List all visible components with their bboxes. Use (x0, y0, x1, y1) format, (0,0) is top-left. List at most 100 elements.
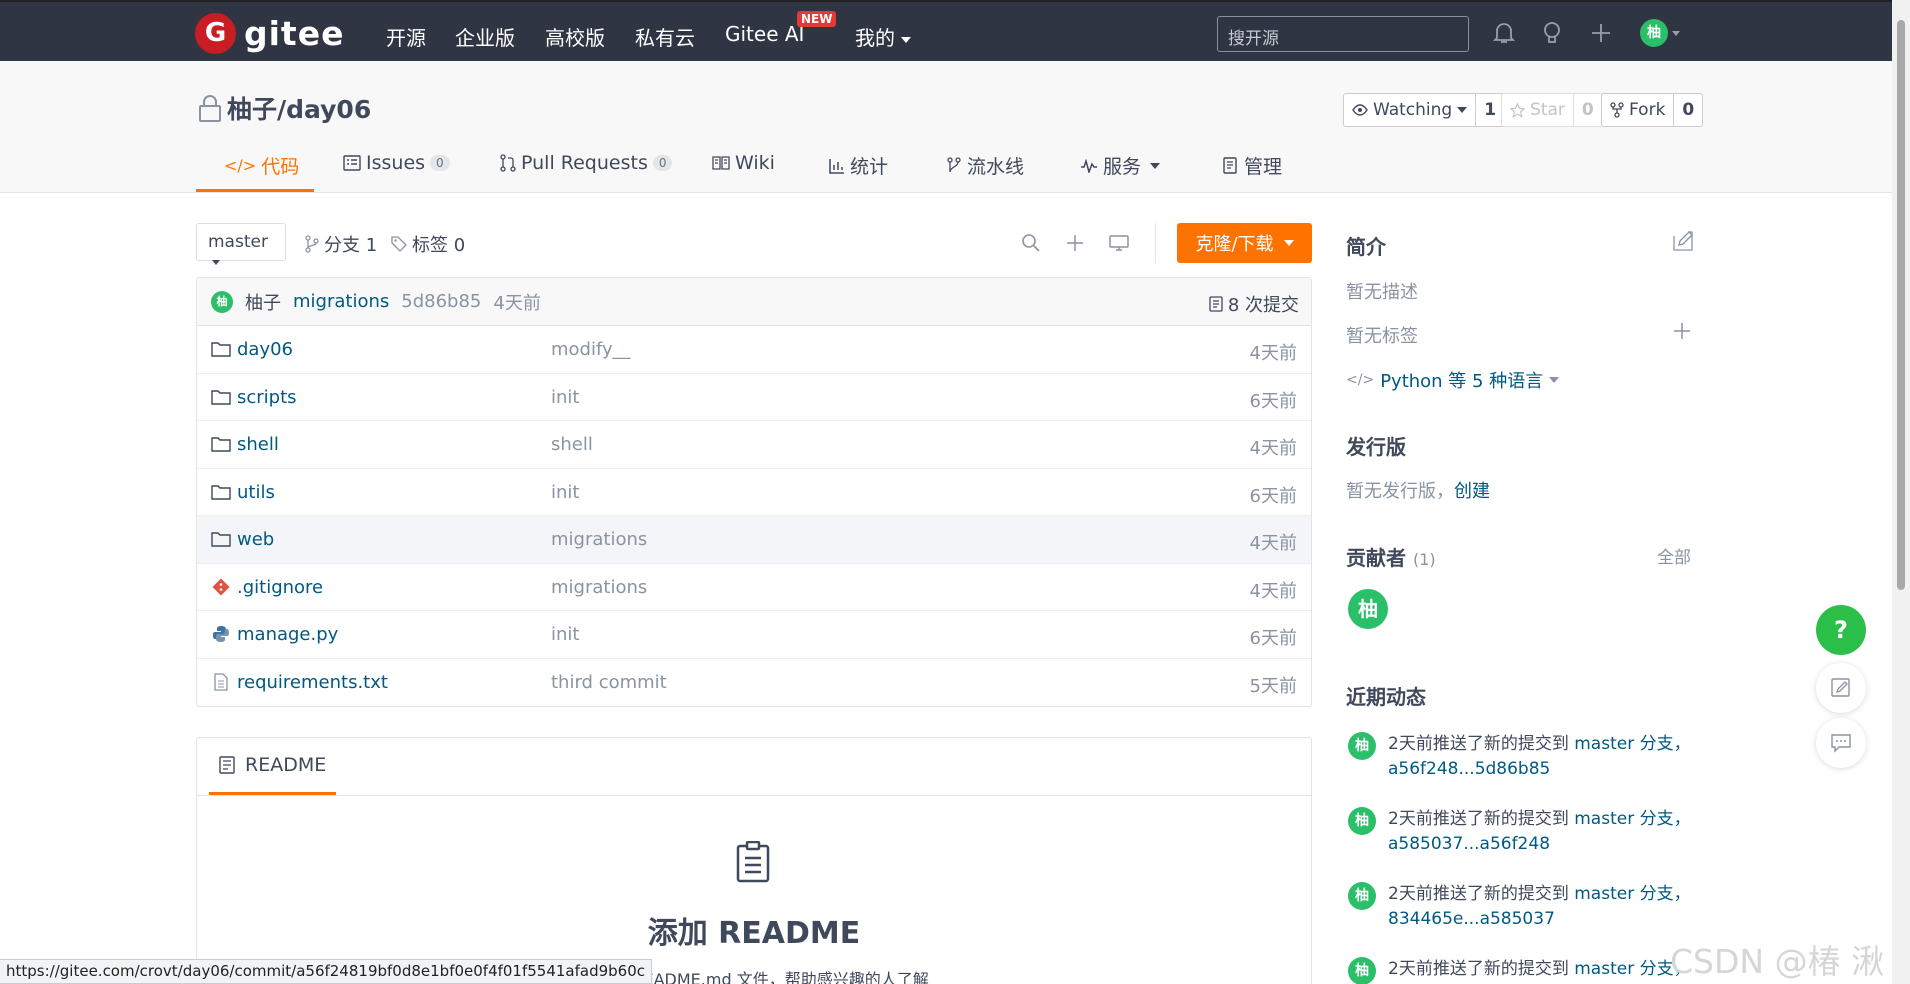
nav-enterprise[interactable]: 企业版 (455, 22, 515, 51)
file-commit-message[interactable]: init (551, 624, 579, 645)
activity-avatar[interactable]: 柚 (1348, 807, 1376, 835)
file-name[interactable]: day06 (237, 339, 293, 360)
repo-name[interactable]: 柚子/day06 (227, 90, 371, 126)
fork-button[interactable]: Fork (1602, 94, 1673, 126)
watch-button[interactable]: Watching (1344, 94, 1475, 126)
branches-link[interactable]: 分支 1 (305, 231, 377, 257)
file-commit-time: 6天前 (1249, 485, 1297, 507)
gitee-logo[interactable]: G gitee (195, 13, 344, 54)
star-button[interactable]: Star (1502, 94, 1573, 126)
file-name[interactable]: manage.py (237, 624, 338, 645)
commit-count-link[interactable]: 8 次提交 (1209, 291, 1299, 317)
file-row[interactable]: requirements.txt third commit 5天前 (197, 659, 1311, 707)
file-commit-message[interactable]: third commit (551, 672, 667, 693)
activity-text: 2天前推送了新的提交到 master 分支，1 (1388, 957, 1694, 984)
watch-count[interactable]: 1 (1475, 94, 1504, 126)
activity-branch-link[interactable]: master (1574, 884, 1634, 904)
file-row[interactable]: web migrations 4天前 (197, 516, 1311, 564)
help-button[interactable]: ? (1816, 605, 1866, 655)
search-file-icon[interactable] (1019, 231, 1043, 255)
tab-manage[interactable]: 管理 (1223, 152, 1282, 179)
lightbulb-icon[interactable] (1539, 20, 1565, 46)
add-readme-title[interactable]: 添加 README (197, 908, 1311, 952)
file-row[interactable]: shell shell 4天前 (197, 421, 1311, 469)
file-name[interactable]: shell (237, 434, 279, 455)
watermark: CSDN @椿 湫 (1670, 942, 1885, 981)
activity-branch-link[interactable]: master (1574, 809, 1634, 829)
file-name[interactable]: web (237, 529, 274, 550)
file-name[interactable]: utils (237, 482, 275, 503)
file-name[interactable]: scripts (237, 387, 297, 408)
nav-open-source[interactable]: 开源 (386, 22, 426, 51)
commit-message[interactable]: migrations (293, 291, 389, 312)
add-file-icon[interactable] (1063, 231, 1087, 255)
file-commit-message[interactable]: migrations (551, 577, 647, 598)
tab-stats[interactable]: 统计 (829, 152, 888, 179)
tab-pull-requests[interactable]: Pull Requests 0 (500, 152, 673, 174)
file-row[interactable]: day06 modify__ 4天前 (197, 326, 1311, 374)
add-tag-icon[interactable] (1673, 322, 1691, 344)
avatar-chevron-down-icon[interactable] (1672, 31, 1680, 36)
contributors-all-link[interactable]: 全部 (1657, 543, 1691, 568)
plus-icon[interactable] (1588, 20, 1614, 46)
tags-link[interactable]: 标签 0 (391, 231, 465, 257)
active-tab-indicator (196, 189, 314, 192)
nav-gitee-ai[interactable]: Gitee AI (725, 22, 804, 46)
user-avatar[interactable]: 柚 (1640, 19, 1668, 47)
tab-code[interactable]: </> 代码 (224, 152, 299, 179)
web-ide-icon[interactable] (1107, 231, 1131, 255)
activity-avatar[interactable]: 柚 (1348, 957, 1376, 984)
file-row[interactable]: manage.py init 6天前 (197, 611, 1311, 659)
help-icon: ? (1834, 616, 1848, 644)
tab-pipeline[interactable]: 流水线 (946, 152, 1024, 179)
file-name[interactable]: .gitignore (237, 577, 323, 598)
star-count[interactable]: 0 (1572, 94, 1602, 126)
activity-branch-link[interactable]: master (1574, 734, 1634, 754)
edit-icon[interactable] (1673, 231, 1693, 255)
feedback-button[interactable] (1816, 663, 1866, 713)
latest-commit-bar: 柚 柚子 migrations 5d86b85 4天前 8 次提交 (197, 278, 1311, 326)
readme-panel: README 添加 README 加一个 README.md 文件，帮助感兴趣的… (196, 737, 1312, 984)
chat-button[interactable] (1816, 718, 1866, 768)
nav-private-cloud[interactable]: 私有云 (635, 22, 695, 51)
file-row[interactable]: scripts init 6天前 (197, 374, 1311, 421)
fork-count[interactable]: 0 (1673, 94, 1702, 126)
file-commit-message[interactable]: shell (551, 434, 593, 455)
bell-icon[interactable] (1491, 20, 1517, 46)
search-input[interactable]: 搜开源 (1217, 16, 1469, 52)
tab-issues[interactable]: Issues 0 (343, 152, 450, 174)
no-release: 暂无发行版， (1346, 481, 1454, 502)
commit-author-avatar[interactable]: 柚 (211, 290, 233, 313)
scrollbar-thumb[interactable] (1897, 20, 1905, 590)
file-name[interactable]: requirements.txt (237, 672, 388, 693)
folder-icon (211, 388, 231, 406)
create-release-link[interactable]: 创建 (1454, 481, 1490, 502)
tab-wiki[interactable]: Wiki (712, 152, 775, 174)
file-row[interactable]: .gitignore migrations 4天前 (197, 564, 1311, 611)
code-icon: </> (224, 156, 257, 175)
tag-icon (391, 236, 407, 252)
commit-author[interactable]: 柚子 (245, 289, 281, 315)
tab-stats-label: 统计 (850, 156, 889, 178)
page-scrollbar[interactable] (1892, 0, 1910, 984)
nav-education[interactable]: 高校版 (545, 22, 605, 51)
file-commit-message[interactable]: init (551, 387, 579, 408)
file-commit-message[interactable]: init (551, 482, 579, 503)
file-commit-message[interactable]: migrations (551, 529, 647, 550)
activity-avatar[interactable]: 柚 (1348, 732, 1376, 760)
languages-dropdown[interactable]: </> Python 等 5 种语言 (1346, 367, 1560, 393)
file-row[interactable]: utils init 6天前 (197, 469, 1311, 516)
languages-label: Python 等 5 种语言 (1380, 371, 1544, 392)
repo-title: 柚子/day06 (197, 90, 371, 126)
branch-select[interactable]: master (196, 223, 286, 265)
clone-download-button[interactable]: 克隆/下载 (1177, 223, 1312, 263)
contributor-avatar[interactable]: 柚 (1348, 589, 1388, 629)
readme-tab[interactable]: README (209, 738, 337, 795)
nav-mine-dropdown[interactable]: 我的 (855, 22, 911, 51)
activity-avatar[interactable]: 柚 (1348, 882, 1376, 910)
commit-hash[interactable]: 5d86b85 (401, 291, 481, 312)
activity-branch-link[interactable]: master (1574, 959, 1634, 979)
tab-service[interactable]: 服务 (1080, 152, 1161, 179)
clone-chevron-down-icon (1283, 240, 1294, 246)
file-commit-message[interactable]: modify__ (551, 339, 631, 360)
